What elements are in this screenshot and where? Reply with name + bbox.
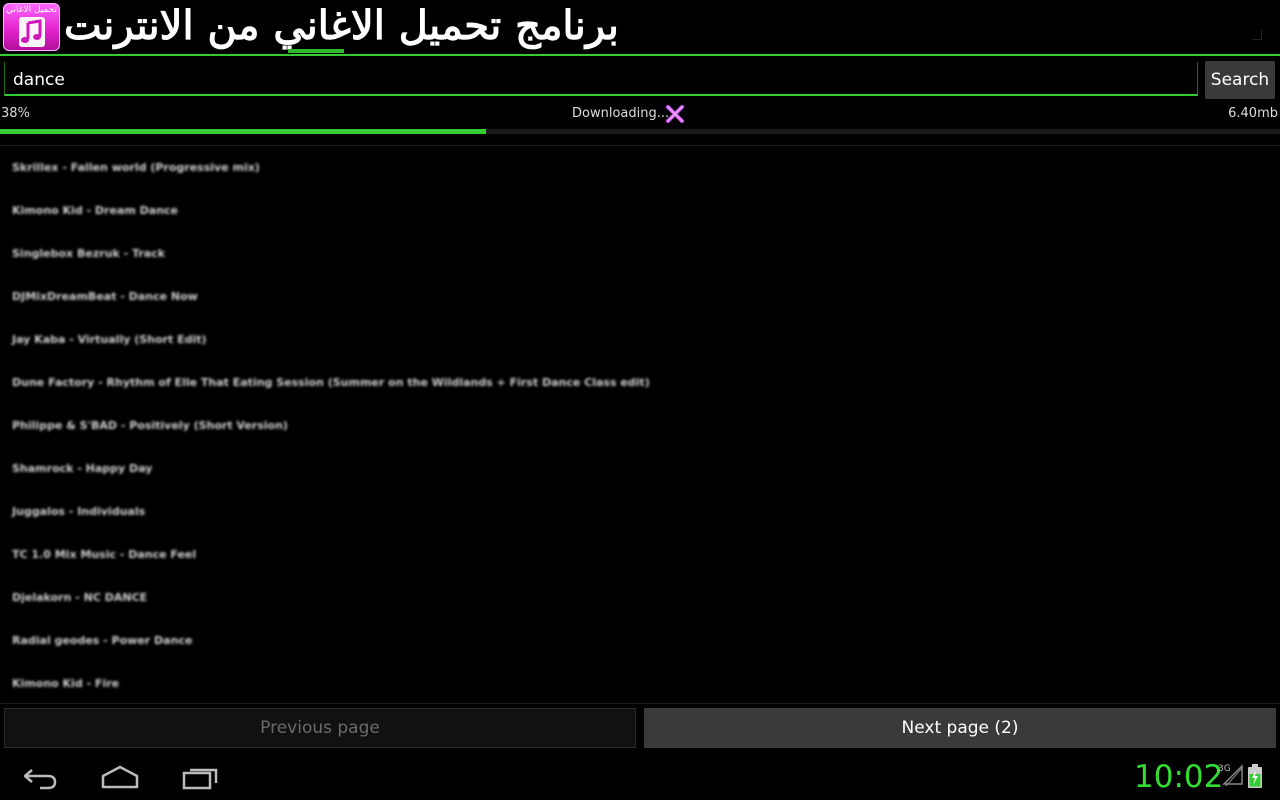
signal-icon xyxy=(1222,764,1243,786)
list-item[interactable]: Philippe & S'BAD - Positively (Short Ver… xyxy=(0,404,1280,447)
list-item[interactable]: Shamrock - Happy Day xyxy=(0,447,1280,490)
list-item[interactable]: Radial geodes - Power Dance xyxy=(0,619,1280,662)
back-icon[interactable] xyxy=(20,762,60,792)
list-item[interactable]: Dune Factory - Rhythm of Elle That Eatin… xyxy=(0,361,1280,404)
search-input[interactable] xyxy=(4,62,1198,96)
list-item[interactable]: Juggalos - Individuals xyxy=(0,490,1280,533)
list-item[interactable]: Kimono Kid - Fire xyxy=(0,662,1280,702)
download-percent: 38% xyxy=(1,106,30,121)
overflow-corner xyxy=(1252,30,1262,40)
list-item[interactable]: Jay Kaba - Virtually (Short Edit) xyxy=(0,318,1280,361)
battery-charging-icon xyxy=(1248,764,1262,788)
list-item[interactable]: Singlebox Bezruk - Track xyxy=(0,232,1280,275)
close-icon[interactable] xyxy=(664,103,686,125)
results-list: Skrillex - Fallen world (Progressive mix… xyxy=(0,146,1280,702)
recent-apps-icon[interactable] xyxy=(180,762,220,792)
app-icon-label: تحميل الاغاني xyxy=(6,5,57,15)
previous-page-button[interactable]: Previous page xyxy=(4,708,636,748)
next-page-button[interactable]: Next page (2) xyxy=(644,708,1276,748)
status-clock: 10:02 xyxy=(1134,759,1224,795)
search-button[interactable]: Search xyxy=(1205,61,1275,99)
list-item[interactable]: Skrillex - Fallen world (Progressive mix… xyxy=(0,146,1280,189)
download-progress-fill xyxy=(0,129,487,134)
home-icon[interactable] xyxy=(100,762,140,792)
download-progress-bar xyxy=(0,129,1280,134)
list-item[interactable]: Kimono Kid - Dream Dance xyxy=(0,189,1280,232)
tab-indicator xyxy=(288,49,344,53)
divider xyxy=(0,703,1280,704)
list-item[interactable]: TC 1.0 Mix Music - Dance Feel xyxy=(0,533,1280,576)
list-item[interactable]: DJMixDreamBeat - Dance Now xyxy=(0,275,1280,318)
app-header: تحميل الاغاني برنامج تحميل الاغاني من ال… xyxy=(0,0,1280,56)
music-note-icon xyxy=(19,17,45,47)
download-size: 6.40mb xyxy=(1228,106,1278,121)
list-item[interactable]: Djelakorn - NC DANCE xyxy=(0,576,1280,619)
app-icon: تحميل الاغاني xyxy=(3,3,60,51)
download-status: Downloading... xyxy=(572,106,670,121)
system-navigation-bar: 10:02 3G xyxy=(0,754,1280,800)
app-title: برنامج تحميل الاغاني من الانترنت xyxy=(64,2,619,49)
